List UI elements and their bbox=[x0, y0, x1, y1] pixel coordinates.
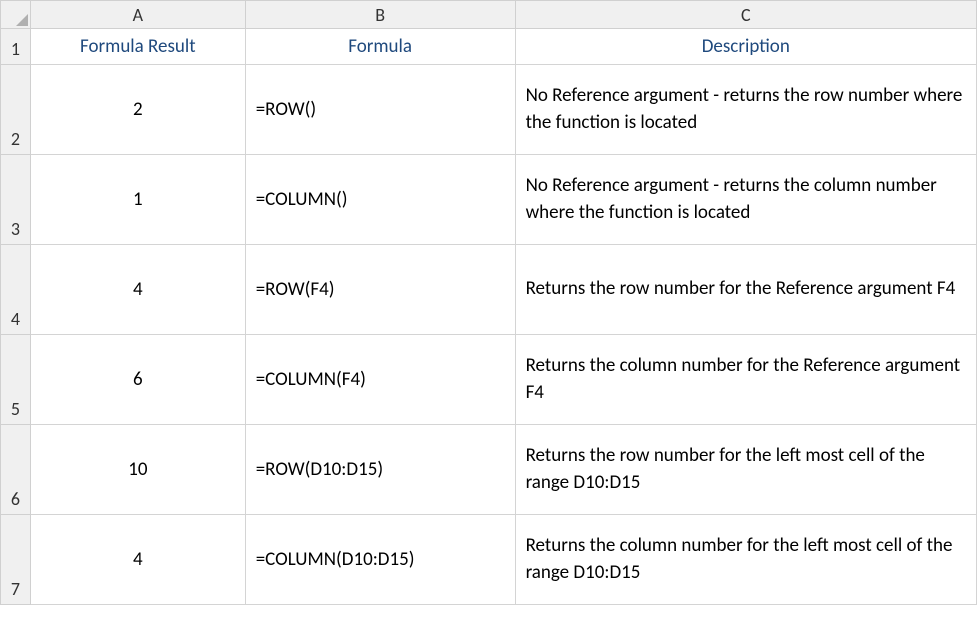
cell-C5[interactable]: Returns the column number for the Refere… bbox=[515, 335, 976, 425]
column-header-B[interactable]: B bbox=[245, 1, 515, 29]
row-header-2[interactable]: 2 bbox=[1, 65, 31, 155]
cell-B1[interactable]: Formula bbox=[245, 29, 515, 65]
cell-B7[interactable]: =COLUMN(D10:D15) bbox=[245, 515, 515, 605]
cell-A7[interactable]: 4 bbox=[30, 515, 245, 605]
cell-B3[interactable]: =COLUMN() bbox=[245, 155, 515, 245]
column-header-C[interactable]: C bbox=[515, 1, 976, 29]
row-header-5[interactable]: 5 bbox=[1, 335, 31, 425]
cell-C7[interactable]: Returns the column number for the left m… bbox=[515, 515, 976, 605]
column-header-A[interactable]: A bbox=[30, 1, 245, 29]
cell-B6[interactable]: =ROW(D10:D15) bbox=[245, 425, 515, 515]
cell-C2[interactable]: No Reference argument - returns the row … bbox=[515, 65, 976, 155]
row-header-1[interactable]: 1 bbox=[1, 29, 31, 65]
cell-B4[interactable]: =ROW(F4) bbox=[245, 245, 515, 335]
cell-A5[interactable]: 6 bbox=[30, 335, 245, 425]
cell-B5[interactable]: =COLUMN(F4) bbox=[245, 335, 515, 425]
select-all-corner[interactable] bbox=[1, 1, 31, 29]
cell-C4[interactable]: Returns the row number for the Reference… bbox=[515, 245, 976, 335]
row-header-7[interactable]: 7 bbox=[1, 515, 31, 605]
cell-A4[interactable]: 4 bbox=[30, 245, 245, 335]
cell-A2[interactable]: 2 bbox=[30, 65, 245, 155]
spreadsheet-table: A B C 1 Formula Result Formula Descripti… bbox=[0, 0, 977, 605]
row-header-6[interactable]: 6 bbox=[1, 425, 31, 515]
row-header-4[interactable]: 4 bbox=[1, 245, 31, 335]
cell-C1[interactable]: Description bbox=[515, 29, 976, 65]
cell-A6[interactable]: 10 bbox=[30, 425, 245, 515]
cell-C6[interactable]: Returns the row number for the left most… bbox=[515, 425, 976, 515]
row-header-3[interactable]: 3 bbox=[1, 155, 31, 245]
cell-A1[interactable]: Formula Result bbox=[30, 29, 245, 65]
cell-A3[interactable]: 1 bbox=[30, 155, 245, 245]
cell-B2[interactable]: =ROW() bbox=[245, 65, 515, 155]
cell-C3[interactable]: No Reference argument - returns the colu… bbox=[515, 155, 976, 245]
